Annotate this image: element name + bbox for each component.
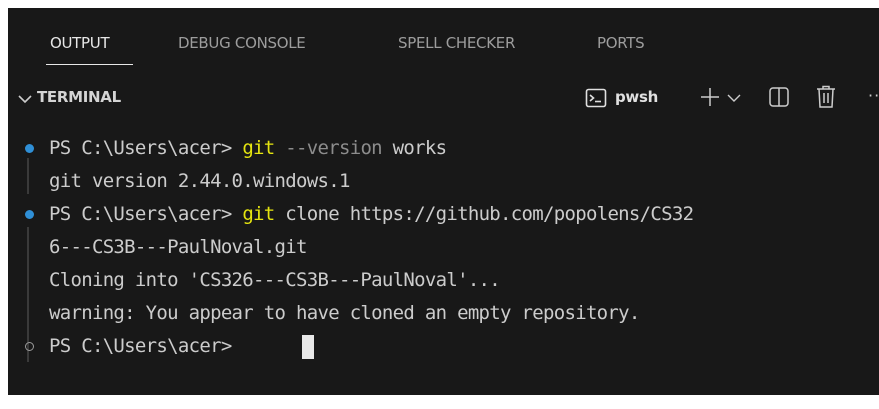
terminal-line: PS C:\Users\acer> git clone https://gith… (49, 198, 694, 231)
terminal-header: TERMINAL pwsh ··· (8, 80, 879, 116)
command-decoration-bar (27, 158, 29, 194)
terminal-line: warning: You appear to have cloned an em… (49, 302, 640, 324)
command-success-dot[interactable] (25, 144, 34, 153)
plus-icon[interactable] (698, 85, 722, 109)
chevron-down-icon[interactable] (16, 90, 34, 108)
tab-ports[interactable]: PORTS (597, 34, 645, 52)
command-success-dot[interactable] (25, 210, 34, 219)
parameter-text: --version (274, 137, 382, 159)
tab-output[interactable]: OUTPUT (50, 34, 110, 52)
split-icon[interactable] (767, 85, 791, 109)
tab-debug-console[interactable]: DEBUG CONSOLE (178, 34, 306, 52)
bottom-panel: OUTPUT DEBUG CONSOLE SPELL CHECKER PORTS… (8, 8, 879, 395)
more-actions-icon[interactable]: ··· (868, 86, 879, 105)
active-tab-indicator (46, 64, 133, 65)
argument-text: works (381, 137, 447, 159)
terminal-line: PS C:\Users\acer> git --version works (49, 132, 447, 165)
command-text: git (242, 137, 275, 159)
screenshot-frame: OUTPUT DEBUG CONSOLE SPELL CHECKER PORTS… (0, 0, 879, 409)
panel-tab-bar: OUTPUT DEBUG CONSOLE SPELL CHECKER PORTS (8, 8, 879, 70)
terminal-line: PS C:\Users\acer> (49, 330, 242, 363)
prompt-text: PS C:\Users\acer> (49, 335, 243, 357)
command-text: git (242, 203, 275, 225)
terminal-cursor (302, 335, 314, 359)
terminal-line: git version 2.44.0.windows.1 (49, 170, 350, 192)
terminal-icon[interactable] (584, 86, 608, 110)
prompt-text: PS C:\Users\acer> (49, 203, 243, 225)
terminal-line: 6---CS3B---PaulNoval.git (49, 236, 307, 258)
prompt-text: PS C:\Users\acer> (49, 137, 243, 159)
launch-profile-chevron-icon[interactable] (726, 90, 742, 106)
terminal-line: Cloning into 'CS326---CS3B---PaulNoval'.… (49, 269, 501, 291)
command-pending-dot[interactable] (25, 342, 34, 351)
trash-icon[interactable] (814, 84, 838, 110)
tab-spell-checker[interactable]: SPELL CHECKER (398, 34, 515, 52)
terminal-section-title[interactable]: TERMINAL (37, 88, 121, 106)
argument-text: clone https://github.com/popolens/CS32 (274, 203, 694, 225)
shell-name-label[interactable]: pwsh (615, 88, 658, 106)
